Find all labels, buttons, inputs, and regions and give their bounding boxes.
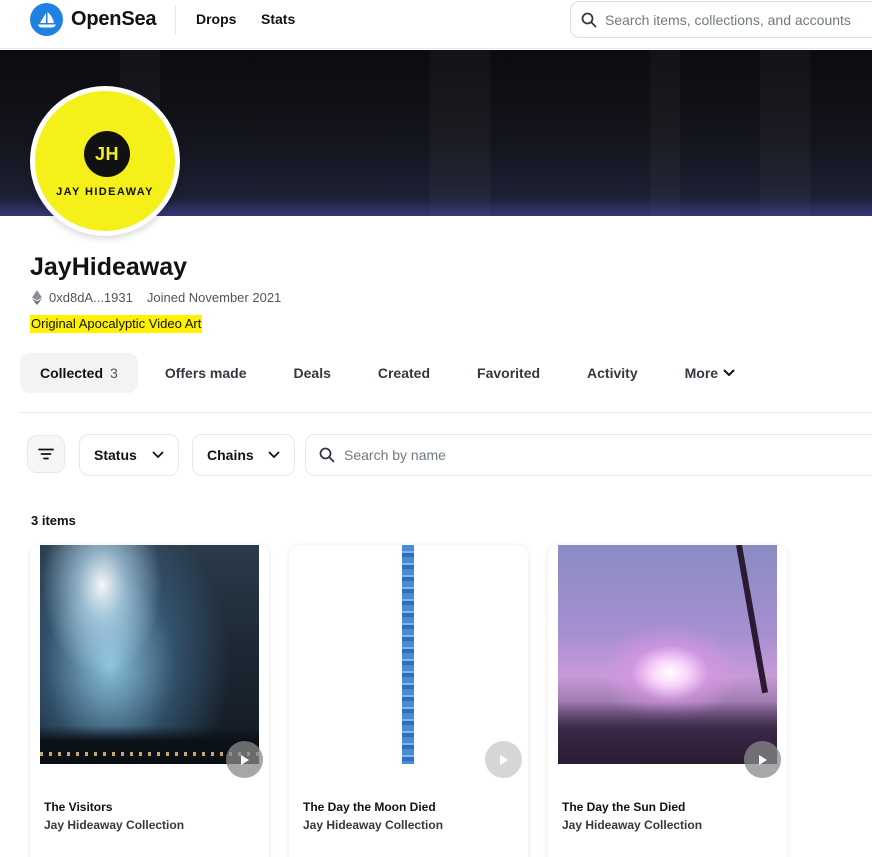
brand-name: OpenSea [71,8,157,30]
nft-collection: Jay Hideaway Collection [562,818,703,832]
opensea-logo[interactable]: OpenSea [30,3,157,36]
nft-card[interactable]: The Day the Sun Died Jay Hideaway Collec… [548,545,787,857]
profile-meta: 0xd8dA...1931 Joined November 2021 [32,290,281,305]
tab-created[interactable]: Created [378,353,430,393]
profile-tabs: Collected 3 Offers made Deals Created Fa… [20,353,735,393]
global-search-input[interactable] [605,11,872,28]
profile-bio: Original Apocalyptic Video Art [30,315,203,333]
tabs-divider [20,412,872,413]
top-navbar: OpenSea Drops Stats [0,0,872,49]
tab-activity[interactable]: Activity [587,353,638,393]
tab-deals[interactable]: Deals [294,353,331,393]
status-dropdown-label: Status [94,447,137,463]
chains-dropdown-label: Chains [207,447,254,463]
nft-collection: Jay Hideaway Collection [44,818,185,832]
global-search-box[interactable] [570,1,872,38]
filter-icon [38,448,54,460]
status-dropdown[interactable]: Status [79,434,179,476]
nav-link-drops[interactable]: Drops [196,11,236,27]
nft-media-image [558,545,777,764]
chevron-down-icon [723,369,735,377]
search-icon [319,447,335,463]
ethereum-icon [32,290,44,305]
avatar-label: JAY HIDEAWAY [56,186,154,198]
nav-divider [175,6,176,34]
nft-title: The Day the Sun Died [562,800,686,814]
profile-avatar: JH JAY HIDEAWAY [30,86,180,236]
items-count: 3 items [31,513,76,528]
play-icon [240,754,249,765]
tab-offers-made[interactable]: Offers made [165,353,247,393]
tab-more[interactable]: More [685,353,735,393]
chevron-down-icon [152,451,164,458]
play-button[interactable] [485,741,522,778]
nft-media-image [40,545,259,764]
search-icon [581,12,597,27]
play-icon [499,754,508,765]
nft-card[interactable]: The Day the Moon Died Jay Hideaway Colle… [289,545,528,857]
nft-collection: Jay Hideaway Collection [303,818,444,832]
avatar-image: JH JAY HIDEAWAY [35,91,175,231]
joined-date: Joined November 2021 [146,290,282,305]
nft-title: The Visitors [44,800,113,814]
nav-link-stats[interactable]: Stats [261,11,295,27]
tab-favorited[interactable]: Favorited [477,353,540,393]
profile-name: JayHideaway [30,253,188,281]
chevron-down-icon [268,451,280,458]
play-icon [758,754,767,765]
play-button[interactable] [744,741,781,778]
tab-collected-label: Collected [40,365,104,381]
filter-toggle-button[interactable] [27,435,65,473]
wallet-address[interactable]: 0xd8dA...1931 [49,290,133,305]
nft-title: The Day the Moon Died [303,800,436,814]
search-by-name-input[interactable] [344,447,844,463]
tab-collected-count: 3 [110,365,118,381]
tab-more-label: More [684,365,719,381]
play-button[interactable] [226,741,263,778]
opensea-boat-icon [30,3,63,36]
avatar-initials: JH [84,131,130,177]
tab-collected[interactable]: Collected 3 [20,353,138,393]
chains-dropdown[interactable]: Chains [192,434,295,476]
search-by-name-box[interactable] [305,434,872,476]
nft-media-image [299,545,518,764]
nft-card[interactable]: The Visitors Jay Hideaway Collection [30,545,269,857]
